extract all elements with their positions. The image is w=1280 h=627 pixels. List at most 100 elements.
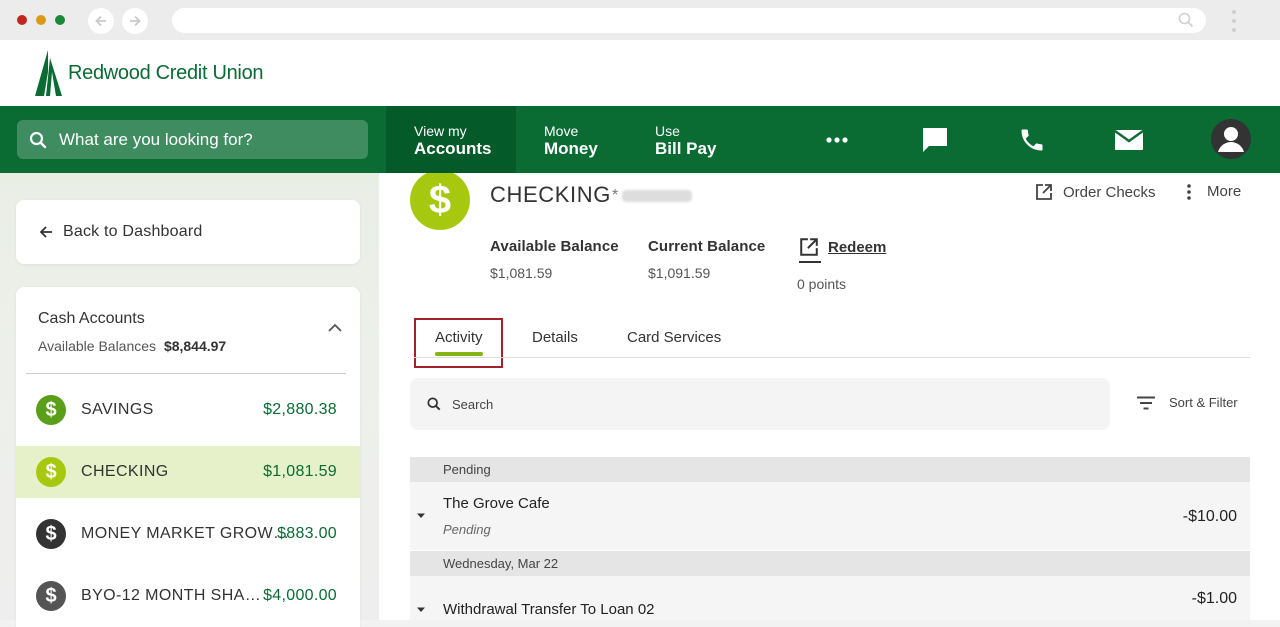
dollar-icon: $: [410, 173, 470, 230]
account-name: CHECKING: [81, 463, 169, 480]
group-header-pending: Pending: [410, 457, 1250, 482]
more-button[interactable]: More: [1187, 183, 1241, 200]
tabs-divider: [413, 357, 1250, 358]
accounts-sidebar: Back to Dashboard Cash Accounts Availabl…: [0, 173, 379, 627]
nav-view-my-accounts[interactable]: View my Accounts: [386, 106, 516, 173]
nav-move-money[interactable]: Move Money: [544, 106, 634, 173]
available-balance-value: $1,081.59: [490, 265, 553, 281]
phone-icon[interactable]: [1015, 123, 1049, 157]
account-balance: $883.00: [277, 525, 337, 542]
tab-details[interactable]: Details: [532, 329, 578, 346]
available-balances: Available Balances $8,844.97: [38, 338, 226, 354]
transaction-row[interactable]: Withdrawal Transfer To Loan 02 -$1.00: [410, 576, 1250, 620]
cash-accounts-card: Cash Accounts Available Balances $8,844.…: [16, 287, 360, 627]
transaction-amount: -$1.00: [1191, 590, 1237, 607]
available-balances-total: $8,844.97: [163, 338, 227, 354]
sort-filter-button[interactable]: Sort & Filter: [1137, 395, 1238, 410]
dollar-icon: $: [36, 395, 66, 425]
sort-filter-label: Sort & Filter: [1169, 395, 1238, 410]
nav-use-bill-pay[interactable]: Use Bill Pay: [655, 106, 745, 173]
account-row-byo-12-month-share[interactable]: $ BYO-12 MONTH SHA… $4,000.00: [16, 570, 360, 622]
search-icon: [427, 397, 441, 411]
nav-label-line1: Move: [544, 123, 579, 139]
browser-menu-kebab-icon[interactable]: [1226, 8, 1242, 34]
browser-chrome: [0, 0, 1280, 40]
browser-forward-button[interactable]: [122, 8, 148, 34]
transaction-name: Withdrawal Transfer To Loan 02: [443, 601, 655, 618]
account-row-money-market[interactable]: $ MONEY MARKET GROW… $883.00: [16, 508, 360, 560]
group-header-date: Wednesday, Mar 22: [410, 551, 1250, 576]
tab-activity[interactable]: Activity: [435, 329, 483, 346]
dollar-icon: $: [36, 457, 66, 487]
divider: [26, 373, 346, 374]
nav-label-line1: View my: [414, 123, 467, 139]
chevron-up-icon[interactable]: [328, 323, 342, 333]
activity-search-input[interactable]: Search: [410, 378, 1110, 430]
order-checks-label: Order Checks: [1063, 183, 1156, 201]
nav-label-line2: Accounts: [414, 139, 492, 158]
url-bar[interactable]: [172, 8, 1206, 33]
external-link-icon: [1036, 184, 1052, 200]
account-name: BYO-12 MONTH SHA…: [81, 587, 262, 604]
back-arrow-icon: [95, 15, 106, 27]
transaction-name: The Grove Cafe: [443, 495, 550, 512]
transaction-status: Pending: [443, 522, 491, 537]
arrow-left-icon: [39, 226, 52, 238]
search-icon: [1178, 12, 1194, 28]
more-label: More: [1207, 183, 1242, 200]
forward-arrow-icon: [130, 15, 141, 27]
logo-bar: Redwood Credit Union: [0, 40, 1280, 106]
redeem-link[interactable]: Redeem: [799, 237, 886, 257]
account-name: MONEY MARKET GROW…: [81, 525, 290, 542]
window-close-dot[interactable]: [17, 15, 27, 25]
active-tab-indicator: [435, 352, 483, 356]
more-dots-icon[interactable]: [820, 123, 854, 157]
window-minimize-dot[interactable]: [36, 15, 46, 25]
account-detail-panel: $ CHECKING * Order Checks More Available…: [379, 173, 1280, 620]
filter-icon: [1137, 396, 1155, 409]
back-to-dashboard-button[interactable]: Back to Dashboard: [16, 200, 360, 264]
global-search-input[interactable]: What are you looking for?: [17, 120, 368, 159]
account-balance: $1,081.59: [263, 463, 337, 480]
masked-account-number: *: [612, 187, 693, 205]
account-row-savings[interactable]: $ SAVINGS $2,880.38: [16, 384, 360, 436]
masked-prefix: *: [612, 187, 619, 204]
chat-icon[interactable]: [918, 123, 952, 157]
current-balance-value: $1,091.59: [648, 265, 711, 281]
dollar-icon: $: [36, 581, 66, 611]
rewards-points: 0 points: [797, 276, 847, 292]
available-balances-label: Available Balances: [38, 338, 157, 354]
order-checks-button[interactable]: Order Checks: [1035, 183, 1156, 201]
browser-back-button[interactable]: [88, 8, 114, 34]
activity-search-placeholder: Search: [452, 396, 494, 412]
global-search-placeholder: What are you looking for?: [59, 129, 253, 149]
account-balance: $4,000.00: [263, 587, 337, 604]
account-balance: $2,880.38: [263, 401, 337, 418]
caret-down-icon[interactable]: [416, 606, 426, 614]
tab-card-services[interactable]: Card Services: [627, 329, 721, 346]
account-name: SAVINGS: [81, 401, 154, 418]
transaction-row[interactable]: The Grove Cafe Pending -$10.00: [410, 482, 1250, 550]
search-icon: [29, 131, 47, 148]
kebab-icon: [1187, 183, 1191, 200]
redwood-tree-logo-icon: [35, 50, 62, 96]
caret-down-icon[interactable]: [416, 512, 426, 520]
transaction-amount: -$10.00: [1182, 508, 1237, 525]
nav-label-line2: Money: [544, 139, 598, 158]
account-row-checking[interactable]: $ CHECKING $1,081.59: [16, 446, 360, 498]
current-balance-label: Current Balance: [648, 238, 766, 255]
nav-label-line2: Bill Pay: [655, 139, 717, 158]
cash-accounts-title: Cash Accounts: [38, 310, 145, 327]
redeem-underline: [799, 261, 821, 263]
top-navigation: What are you looking for? View my Accoun…: [0, 106, 1280, 173]
back-to-dashboard-label: Back to Dashboard: [63, 223, 203, 240]
user-avatar-icon[interactable]: [1211, 119, 1251, 159]
redeem-label: Redeem: [828, 238, 887, 256]
mail-icon[interactable]: [1112, 123, 1146, 157]
available-balance-label: Available Balance: [490, 238, 619, 255]
account-title: CHECKING: [490, 182, 611, 207]
dollar-icon: $: [36, 519, 66, 549]
brand-name[interactable]: Redwood Credit Union: [68, 62, 264, 85]
nav-label-line1: Use: [655, 123, 680, 139]
window-maximize-dot[interactable]: [55, 15, 65, 25]
